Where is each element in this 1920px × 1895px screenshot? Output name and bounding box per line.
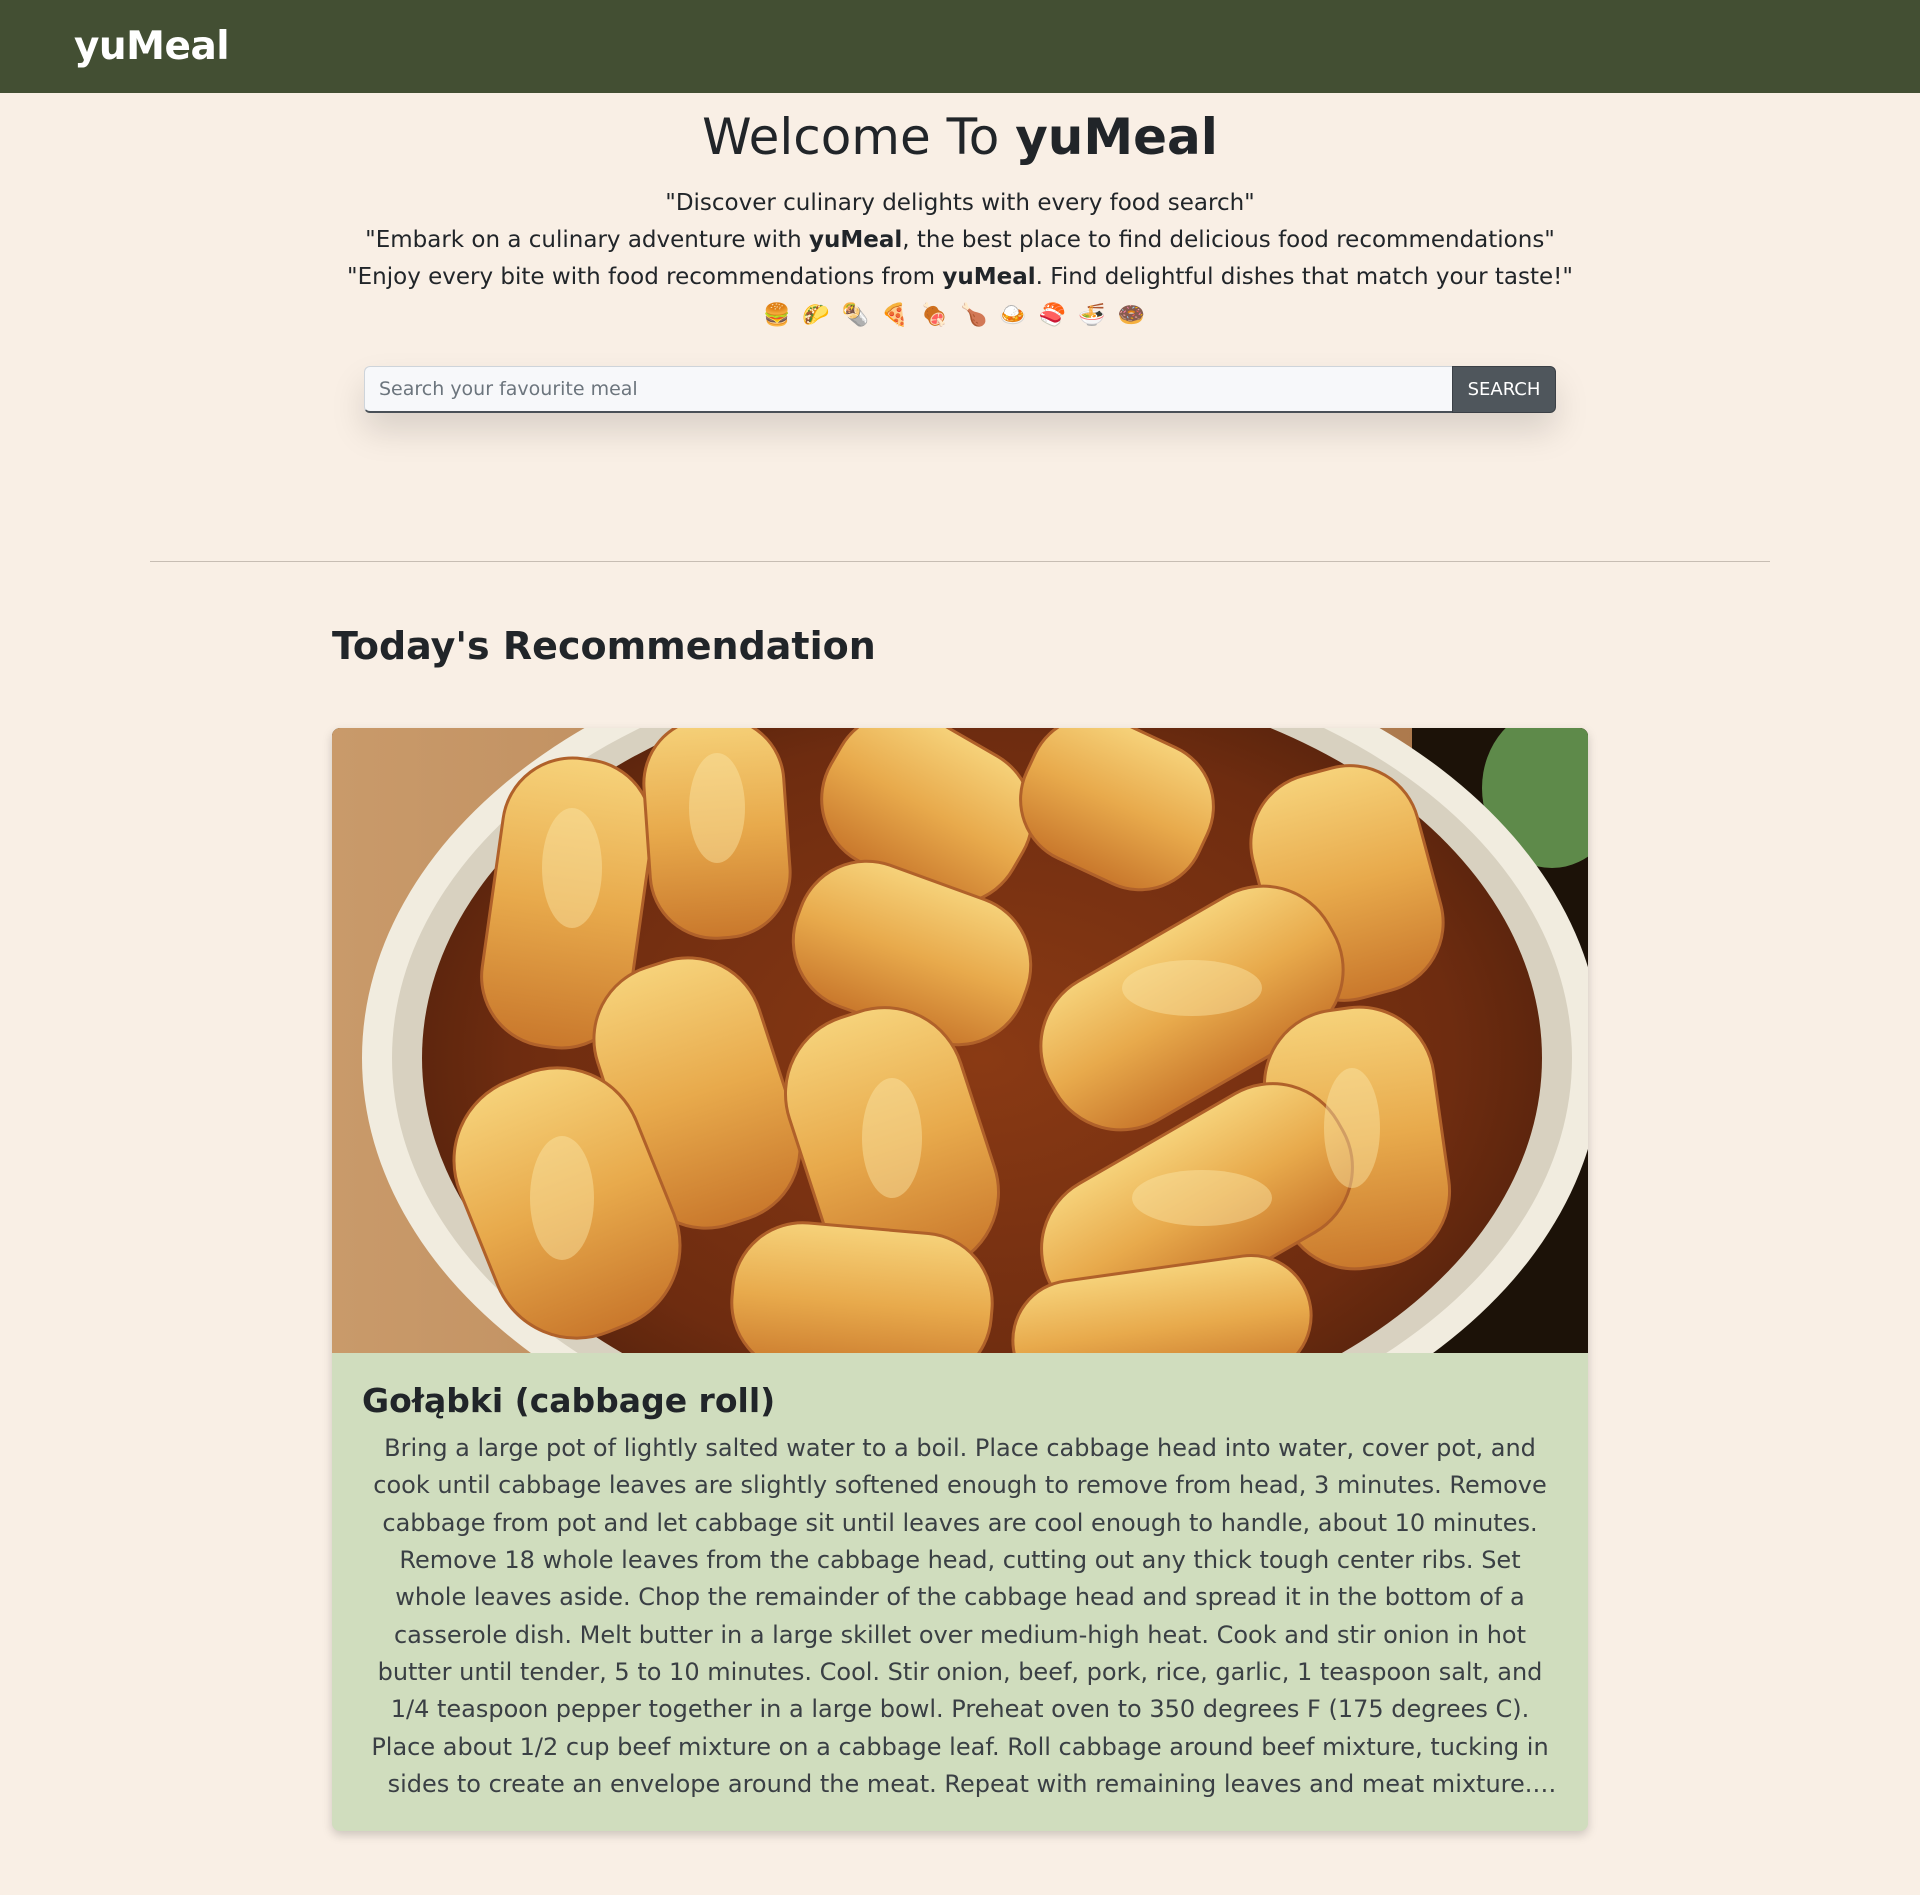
title-brand: yuMeal	[1015, 108, 1218, 166]
tagline-3-brand: yuMeal	[942, 264, 1036, 290]
tagline-3-end: . Find delightful dishes that match your…	[1035, 264, 1573, 290]
tagline-2-brand: yuMeal	[808, 227, 903, 253]
meal-title: Gołąbki (cabbage roll)	[362, 1380, 776, 1420]
meal-card-body: Gołąbki (cabbage roll) Bring a large pot…	[332, 1352, 1588, 1832]
hero-section: Welcome To yuMeal "Discover culinary del…	[0, 93, 1920, 413]
tagline-2: "Embark on a culinary adventure with yuM…	[0, 222, 1920, 259]
title-prefix: Welcome To	[702, 108, 1016, 166]
tagline-2-end: , the best place to find delicious food …	[902, 227, 1555, 253]
brand-logo[interactable]: yuMeal	[74, 24, 230, 69]
search-form: SEARCH	[364, 366, 1556, 413]
tagline-3-text: "Enjoy every bite with food recommendati…	[347, 264, 943, 290]
search-button[interactable]: SEARCH	[1452, 366, 1556, 413]
tagline-1: "Discover culinary delights with every f…	[665, 190, 1255, 216]
recommendation-section: Today's Recommendation Gołąbki (cabbage …	[332, 624, 1588, 1832]
food-emoji-row: 🍔🌮🌯🍕🍖🍗🍛🍣🍜🍩	[763, 303, 1157, 328]
recommendation-heading: Today's Recommendation	[332, 624, 876, 668]
navbar: yuMeal	[0, 0, 1920, 93]
meal-card[interactable]: Gołąbki (cabbage roll) Bring a large pot…	[332, 727, 1588, 1832]
section-divider	[150, 561, 1770, 562]
tagline-2-text: "Embark on a culinary adventure with	[365, 227, 809, 253]
search-input[interactable]	[364, 366, 1452, 413]
page-title: Welcome To yuMeal	[0, 107, 1920, 167]
tagline-3: "Enjoy every bite with food recommendati…	[0, 259, 1920, 296]
meal-image	[332, 727, 1588, 1353]
taglines: "Discover culinary delights with every f…	[0, 185, 1920, 296]
meal-instructions: Bring a large pot of lightly salted wate…	[371, 1434, 1549, 1798]
